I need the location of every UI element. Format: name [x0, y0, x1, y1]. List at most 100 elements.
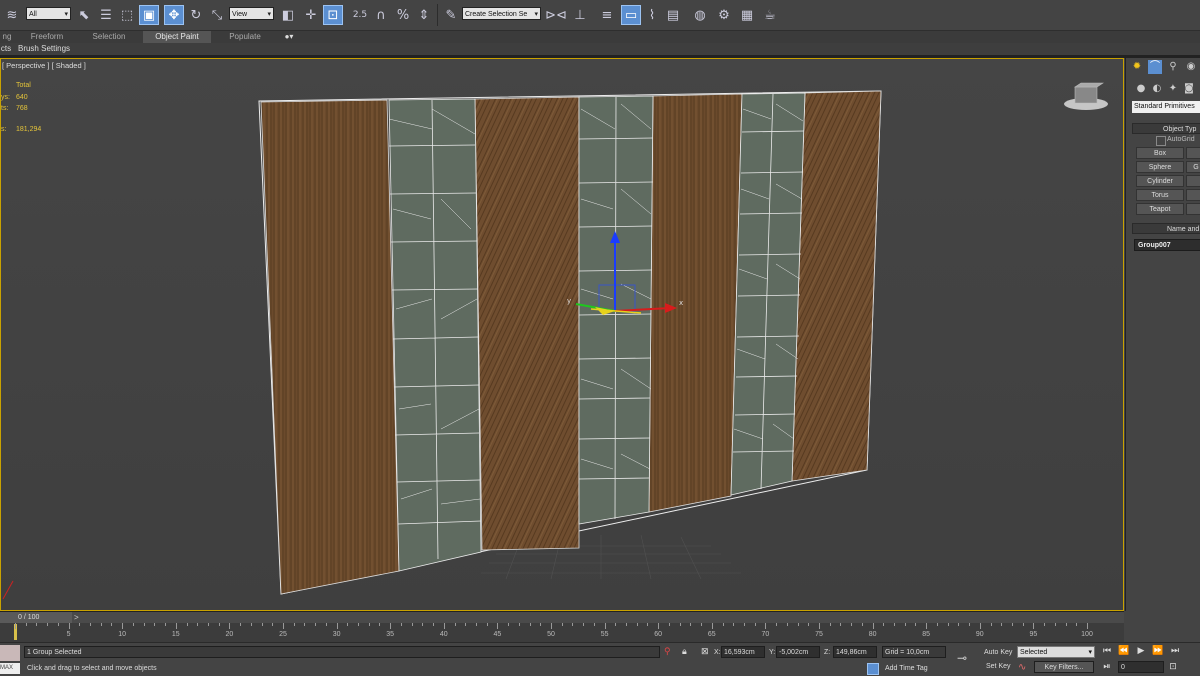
- next-frame-icon[interactable]: >: [74, 613, 79, 622]
- tab-populate[interactable]: Populate: [219, 31, 271, 43]
- z-coordinate-field[interactable]: 149,86cm: [833, 646, 877, 658]
- window-crossing-icon[interactable]: ▣: [139, 5, 159, 25]
- reference-coordinate-dropdown[interactable]: View ▾: [229, 7, 274, 20]
- select-and-move-icon[interactable]: ✥: [164, 5, 184, 25]
- tab-modeling[interactable]: ng: [0, 31, 14, 43]
- sphere-button[interactable]: Sphere: [1136, 161, 1184, 173]
- tab-object-paint[interactable]: Object Paint: [143, 31, 211, 43]
- y-coordinate-field[interactable]: -5,002cm: [776, 646, 820, 658]
- autogrid-label: AutoGrid: [1167, 136, 1195, 143]
- tick-mark: [593, 623, 595, 626]
- tab-selection[interactable]: Selection: [83, 31, 135, 43]
- selection-lock-icon[interactable]: 🔒︎: [682, 646, 687, 657]
- go-to-start-icon[interactable]: ⏮: [1100, 646, 1114, 656]
- edit-named-selection-icon[interactable]: ✎: [441, 5, 461, 25]
- geosphere-button[interactable]: G: [1186, 161, 1200, 173]
- tube-button[interactable]: [1186, 175, 1200, 187]
- toggle-ribbon-icon[interactable]: ▭: [621, 5, 641, 25]
- cylinder-button[interactable]: Cylinder: [1136, 175, 1184, 187]
- render-setup-icon[interactable]: ⚙: [714, 5, 734, 25]
- previous-frame-icon[interactable]: ⏪: [1117, 646, 1131, 656]
- name-and-color-rollout[interactable]: Name and Co: [1132, 223, 1200, 234]
- select-and-scale-icon[interactable]: ⤡: [207, 5, 227, 25]
- panel-objects[interactable]: cts: [0, 43, 12, 55]
- snaps-toggle-icon[interactable]: 2.5: [350, 5, 370, 25]
- maxscript-listener-swatch[interactable]: [0, 645, 20, 661]
- mini-listener[interactable]: MAX: [0, 663, 20, 674]
- ribbon-options-icon[interactable]: ●▾: [279, 31, 299, 43]
- material-editor-icon[interactable]: ◍: [690, 5, 710, 25]
- tick-mark: [872, 623, 874, 629]
- selection-filter-dropdown[interactable]: All ▾: [26, 7, 71, 20]
- percent-snap-icon[interactable]: %: [393, 5, 413, 25]
- cone-button[interactable]: [1186, 147, 1200, 159]
- add-time-tag-button[interactable]: Add Time Tag: [885, 665, 928, 672]
- key-mode-dropdown[interactable]: Selected ▾: [1017, 646, 1095, 658]
- go-to-end-icon[interactable]: ⏭: [1168, 646, 1182, 656]
- box-button[interactable]: Box: [1136, 147, 1184, 159]
- select-by-name-icon[interactable]: ☰: [96, 5, 116, 25]
- default-tangents-icon[interactable]: ∿: [1018, 662, 1026, 673]
- ribbon-tabs: ng Freeform Selection Object Paint Popul…: [0, 31, 1200, 43]
- shapes-icon[interactable]: ◐: [1150, 82, 1164, 96]
- render-teapot-icon[interactable]: ☕: [760, 5, 780, 25]
- current-frame-field[interactable]: 0: [1118, 661, 1164, 673]
- lights-icon[interactable]: ✦: [1166, 82, 1180, 96]
- mirror-icon[interactable]: ⊳⊲: [545, 5, 567, 25]
- viewcube-icon[interactable]: [1064, 82, 1108, 110]
- set-key-button[interactable]: Set Key: [986, 663, 1011, 670]
- key-filters-button[interactable]: Key Filters...: [1034, 661, 1094, 673]
- schematic-view-icon[interactable]: ▤: [663, 5, 683, 25]
- object-name-field[interactable]: Group007: [1134, 239, 1200, 251]
- spinner-snap-icon[interactable]: ⇕: [414, 5, 434, 25]
- pyramid-button[interactable]: [1186, 189, 1200, 201]
- align-icon[interactable]: ⊥: [570, 5, 590, 25]
- hierarchy-tab-icon[interactable]: ⚲: [1166, 60, 1180, 74]
- plane-button[interactable]: [1186, 203, 1200, 215]
- teapot-button[interactable]: Teapot: [1136, 203, 1184, 215]
- object-type-rollout[interactable]: Object Typ: [1132, 123, 1200, 134]
- select-and-rotate-icon[interactable]: ↻: [186, 5, 206, 25]
- rectangular-region-icon[interactable]: ⬚: [117, 5, 137, 25]
- geometry-icon[interactable]: ●: [1134, 82, 1148, 96]
- trackbar[interactable]: 5 10 15 20 25 30 35 40 45 50 55 60 65 70 75 80 85 90 95 100: [0, 623, 1124, 642]
- named-selection-dropdown[interactable]: Create Selection Se ▾: [462, 7, 541, 20]
- autogrid-checkbox[interactable]: [1156, 136, 1166, 146]
- time-tag-icon[interactable]: [867, 663, 879, 675]
- absolute-mode-icon[interactable]: ⊠: [701, 646, 709, 657]
- tick-mark: [422, 623, 424, 626]
- tick-mark: [733, 623, 735, 626]
- key-icon[interactable]: ⊸: [957, 651, 967, 665]
- z-label: Z:: [824, 649, 831, 656]
- panel-brush-settings[interactable]: Brush Settings: [17, 43, 71, 55]
- modify-tab-icon[interactable]: ⌒: [1148, 60, 1162, 74]
- pivot-center-icon[interactable]: ◧: [278, 5, 298, 25]
- tick-mark: [743, 623, 745, 626]
- time-configuration-icon[interactable]: ⊡: [1166, 662, 1180, 672]
- motion-tab-icon[interactable]: ◉: [1184, 60, 1198, 74]
- grid-size-display: Grid = 10,0cm: [882, 646, 946, 658]
- select-object-icon[interactable]: ⬉: [74, 5, 94, 25]
- cameras-icon[interactable]: ◙: [1182, 82, 1196, 96]
- snap-link-icon[interactable]: ≋: [2, 5, 22, 25]
- tick-mark: [79, 623, 81, 626]
- manipulate-icon[interactable]: ✛: [301, 5, 321, 25]
- create-tab-icon[interactable]: ✹: [1130, 60, 1144, 74]
- isolate-selection-icon[interactable]: ⚲: [664, 646, 671, 657]
- key-mode-toggle-icon[interactable]: ⏯: [1100, 662, 1114, 672]
- tab-freeform[interactable]: Freeform: [22, 31, 72, 43]
- keyboard-shortcut-override-icon[interactable]: ⊡: [323, 5, 343, 25]
- auto-key-button[interactable]: Auto Key: [984, 649, 1012, 656]
- x-coordinate-field[interactable]: 16,593cm: [721, 646, 765, 658]
- tick-mark: [443, 623, 445, 629]
- angle-snap-icon[interactable]: ∩: [371, 5, 391, 25]
- curve-editor-icon[interactable]: ⌇: [642, 5, 662, 25]
- rendered-frame-window-icon[interactable]: ▦: [737, 5, 757, 25]
- next-frame-icon[interactable]: ⏩: [1151, 646, 1165, 656]
- perspective-viewport[interactable]: [ Perspective ] [ Shaded ] Total ys: 640…: [0, 58, 1124, 611]
- play-icon[interactable]: ▶: [1134, 646, 1148, 656]
- tick-mark: [283, 623, 284, 629]
- layer-manager-icon[interactable]: ≡: [597, 5, 617, 25]
- category-dropdown[interactable]: Standard Primitives: [1132, 101, 1200, 113]
- torus-button[interactable]: Torus: [1136, 189, 1184, 201]
